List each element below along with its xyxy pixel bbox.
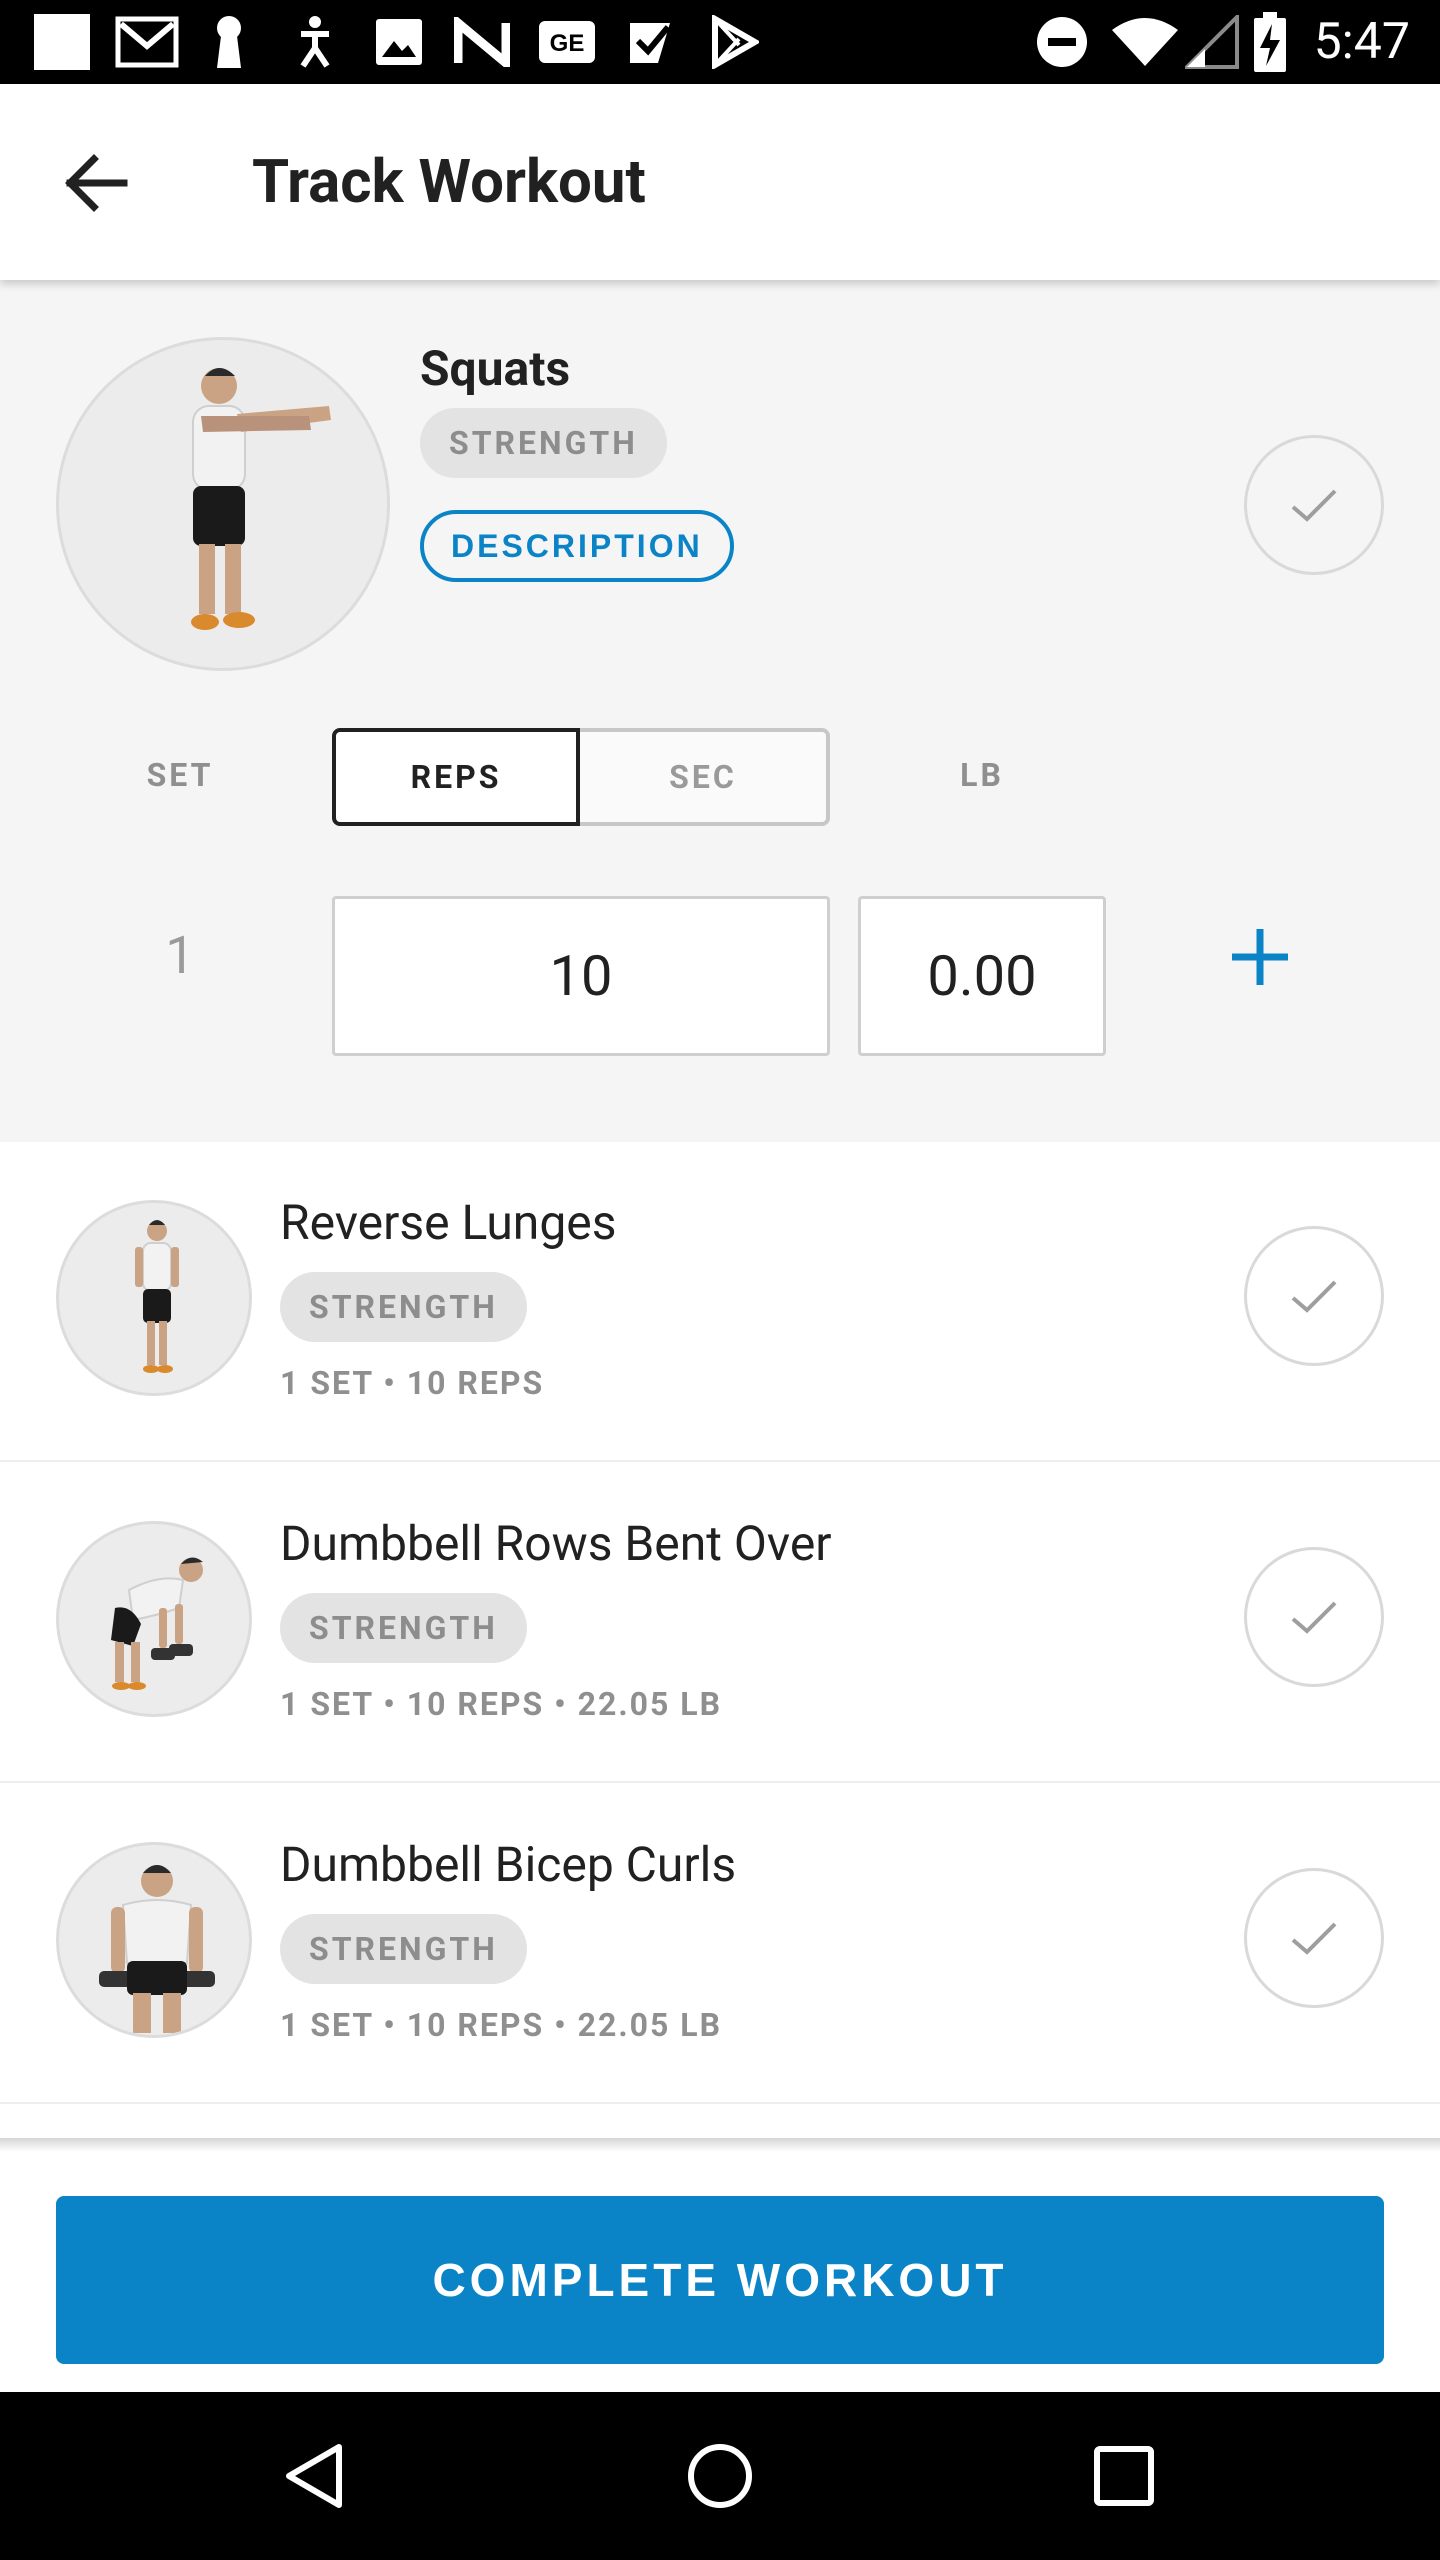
n-app-icon xyxy=(454,14,510,70)
add-set-button[interactable] xyxy=(1218,915,1302,999)
check-icon xyxy=(1291,1280,1337,1313)
check-icon xyxy=(1291,1601,1337,1634)
weight-input[interactable]: 0.00 xyxy=(858,896,1106,1056)
app-bar: Track Workout xyxy=(0,84,1440,280)
exercise-meta: 1 SET • 10 REPS xyxy=(280,1364,545,1402)
square-notification-icon xyxy=(30,14,94,70)
do-not-disturb-icon xyxy=(1034,14,1090,70)
list-item[interactable]: Dumbbell Rows Bent Over STRENGTH 1 SET •… xyxy=(0,1463,1440,1783)
sec-toggle[interactable]: SEC xyxy=(580,728,830,826)
complete-exercise-check[interactable] xyxy=(1244,1226,1384,1366)
complete-exercise-check[interactable] xyxy=(1244,1547,1384,1687)
reps-toggle[interactable]: REPS xyxy=(332,728,580,826)
image-icon xyxy=(372,14,426,70)
reps-input[interactable]: 10 xyxy=(332,896,830,1056)
nav-back-button[interactable] xyxy=(266,2426,366,2526)
exercise-avatar[interactable] xyxy=(56,337,390,671)
system-nav-bar xyxy=(0,2392,1440,2560)
exercise-avatar xyxy=(56,1521,252,1717)
category-chip: STRENGTH xyxy=(420,408,667,478)
complete-workout-button[interactable]: COMPLETE WORKOUT xyxy=(56,2196,1384,2364)
cell-signal-icon xyxy=(1184,14,1240,70)
lb-column-label: LB xyxy=(960,756,1004,794)
lunge-figure-icon xyxy=(135,1220,179,1373)
check-app-icon xyxy=(624,14,680,70)
nav-home-icon xyxy=(688,2444,752,2508)
status-bar: GE 5:47 xyxy=(0,0,1440,84)
battery-charging-icon xyxy=(1250,12,1290,72)
list-item[interactable]: Reverse Lunges STRENGTH 1 SET • 10 REPS xyxy=(0,1142,1440,1462)
current-exercise-panel: Squats STRENGTH DESCRIPTION SET REPS SEC… xyxy=(0,280,1440,1142)
category-chip: STRENGTH xyxy=(280,1593,527,1663)
play-store-icon xyxy=(706,14,762,70)
bottom-divider xyxy=(0,2138,1440,2152)
category-chip: STRENGTH xyxy=(280,1914,527,1984)
set-number: 1 xyxy=(165,925,195,986)
keyhole-icon xyxy=(206,14,252,70)
nav-back-icon xyxy=(286,2444,342,2508)
exercise-meta: 1 SET • 10 REPS • 22.05 LB xyxy=(280,1685,723,1723)
current-exercise-name: Squats xyxy=(420,340,571,397)
complete-exercise-check[interactable] xyxy=(1244,435,1384,575)
page-title: Track Workout xyxy=(252,146,646,217)
bicep-curl-figure-icon xyxy=(99,1865,215,2033)
wifi-icon xyxy=(1110,14,1180,70)
nav-recents-icon xyxy=(1094,2446,1154,2506)
list-item[interactable]: Dumbbell Bicep Curls STRENGTH 1 SET • 10… xyxy=(0,1784,1440,2104)
arrow-back-icon xyxy=(65,154,128,212)
back-button[interactable] xyxy=(50,138,140,228)
set-column-label: SET xyxy=(146,756,214,794)
bent-over-row-figure-icon xyxy=(111,1557,203,1690)
check-icon xyxy=(1291,1922,1337,1955)
exercise-meta: 1 SET • 10 REPS • 22.05 LB xyxy=(280,2006,723,2044)
accessibility-icon xyxy=(286,14,340,70)
svg-text:GE: GE xyxy=(550,30,585,57)
exercise-name: Dumbbell Bicep Curls xyxy=(280,1836,737,1893)
check-icon xyxy=(1291,489,1337,522)
exercise-avatar xyxy=(56,1200,252,1396)
exercise-name: Reverse Lunges xyxy=(280,1194,617,1251)
description-button[interactable]: DESCRIPTION xyxy=(420,510,734,582)
status-time: 5:47 xyxy=(1313,13,1410,71)
exercise-avatar xyxy=(56,1842,252,2038)
exercise-name: Dumbbell Rows Bent Over xyxy=(280,1515,832,1572)
nav-recents-button[interactable] xyxy=(1074,2426,1174,2526)
gmail-icon xyxy=(114,14,180,70)
ge-icon: GE xyxy=(536,14,598,70)
squat-figure-icon xyxy=(191,368,331,630)
plus-icon xyxy=(1232,929,1288,985)
nav-home-button[interactable] xyxy=(670,2426,770,2526)
complete-exercise-check[interactable] xyxy=(1244,1868,1384,2008)
category-chip: STRENGTH xyxy=(280,1272,527,1342)
